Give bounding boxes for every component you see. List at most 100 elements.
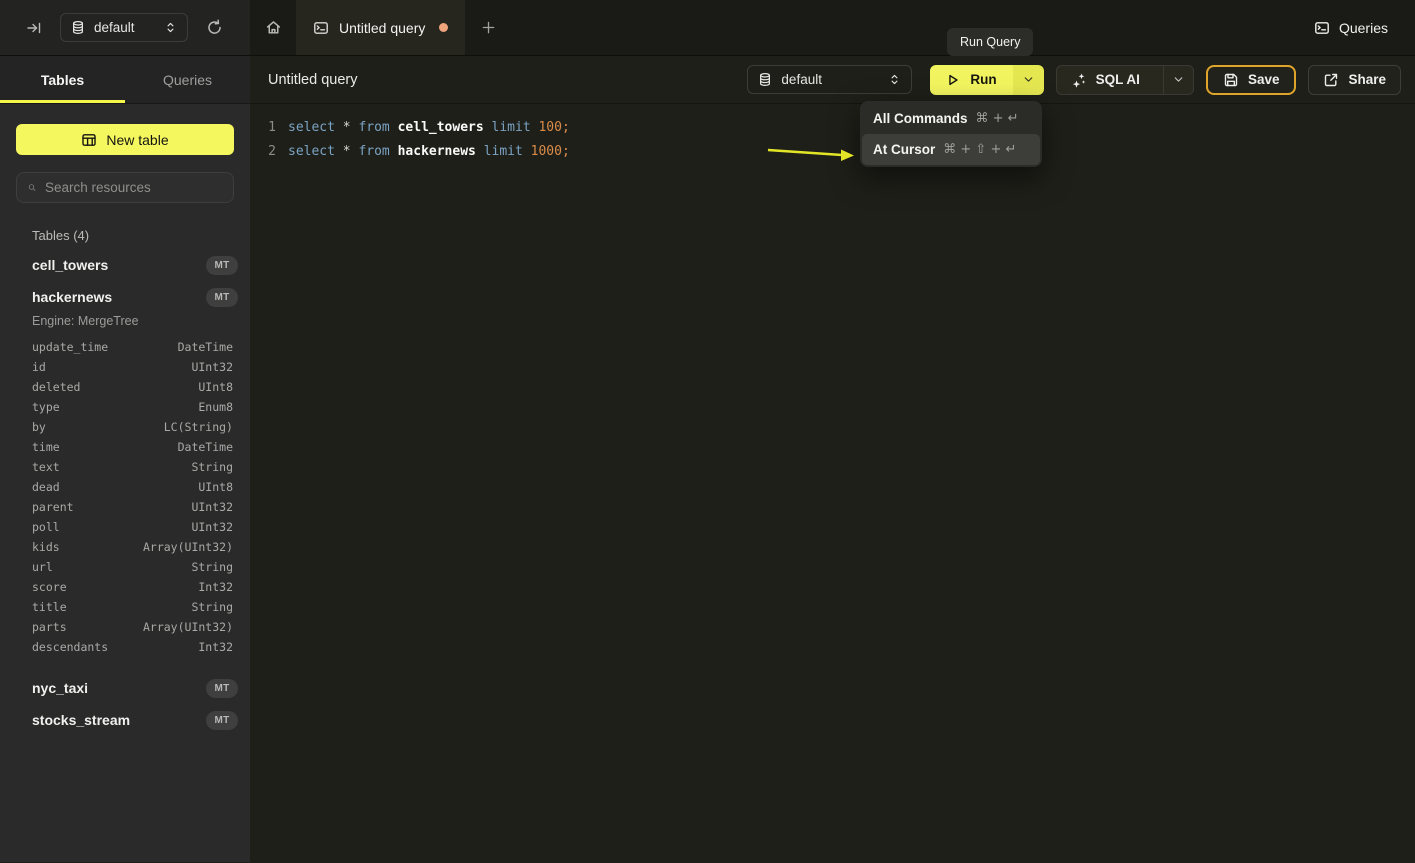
topbar-left-section: default <box>0 0 250 55</box>
column-row[interactable]: text String <box>0 457 250 477</box>
column-row[interactable]: idUInt32 <box>0 357 250 377</box>
sidebar: Tables Queries New table Tables (4) <box>0 56 250 862</box>
table-row-stocks-stream[interactable]: stocks_stream MT <box>0 704 250 736</box>
run-options-button[interactable] <box>1013 65 1044 95</box>
sql-table-name: cell_towers <box>398 116 492 140</box>
table-name: hackernews <box>32 289 112 305</box>
column-name: descendants <box>32 640 108 654</box>
chevron-down-icon <box>1022 73 1035 86</box>
sql-keyword: from <box>358 140 397 164</box>
column-name: poll <box>32 520 60 534</box>
table-row-nyc-taxi[interactable]: nyc_taxi MT <box>0 672 250 704</box>
sql-keyword: from <box>358 116 397 140</box>
column-row[interactable]: parentUInt32 <box>0 497 250 517</box>
column-row[interactable]: partsArray(UInt32) <box>0 617 250 637</box>
column-type: Enum8 <box>198 400 233 414</box>
sql-ai-label: SQL AI <box>1096 72 1140 87</box>
column-name: dead <box>32 480 60 494</box>
column-name: deleted <box>32 380 80 394</box>
run-button[interactable]: Run <box>930 65 1012 95</box>
column-type: DateTime <box>178 440 233 454</box>
column-type: Array(UInt32) <box>143 540 233 554</box>
share-button[interactable]: Share <box>1308 65 1401 95</box>
database-selector-value: default <box>94 20 135 35</box>
new-table-button[interactable]: New table <box>16 124 234 155</box>
engine-label: Engine: MergeTree <box>0 313 250 337</box>
terminal-icon <box>313 20 329 36</box>
top-bar: default Untitled query Queries <box>0 0 1415 56</box>
editor-line-1[interactable]: 1select * from cell_towers limit 100; <box>250 116 1415 140</box>
sidebar-tab-queries[interactable]: Queries <box>125 56 250 103</box>
line-number: 1 <box>250 116 276 140</box>
home-icon <box>265 19 282 36</box>
column-row[interactable]: urlString <box>0 557 250 577</box>
menu-item-at-cursor[interactable]: At Cursor ⌘ + ⇧ + ↵ <box>862 134 1040 165</box>
toolbar-database-selector[interactable]: default <box>747 65 912 94</box>
refresh-icon <box>206 19 223 36</box>
queries-nav-label: Queries <box>1339 20 1388 36</box>
sql-ai-main[interactable]: SQL AI <box>1057 66 1154 94</box>
sql-keyword: select <box>288 116 343 140</box>
column-type: UInt8 <box>198 380 233 394</box>
column-row[interactable]: pollUInt32 <box>0 517 250 537</box>
database-selector[interactable]: default <box>60 13 188 42</box>
engine-badge: MT <box>206 288 238 307</box>
sidebar-body: New table Tables (4) cell_towers MT hack… <box>0 104 250 862</box>
column-type: UInt8 <box>198 480 233 494</box>
column-name: time <box>32 440 60 454</box>
column-row[interactable]: descendantsInt32 <box>0 637 250 657</box>
sidebar-tab-tables[interactable]: Tables <box>0 56 125 103</box>
column-row[interactable]: titleString <box>0 597 250 617</box>
main-panel: Untitled query default Run <box>250 56 1415 862</box>
sql-ai-button[interactable]: SQL AI <box>1056 65 1194 95</box>
column-row[interactable]: update_timeDateTime <box>0 337 250 357</box>
sidebar-tabs: Tables Queries <box>0 56 250 104</box>
toolbar-actions: default Run <box>747 65 1401 95</box>
tab-label: Untitled query <box>339 20 425 36</box>
sql-keyword: select <box>288 140 343 164</box>
column-row[interactable]: dead UInt8 <box>0 477 250 497</box>
chevrons-updown-icon <box>888 73 901 86</box>
column-row[interactable]: typeEnum8 <box>0 397 250 417</box>
column-type: DateTime <box>178 340 233 354</box>
new-tab-button[interactable] <box>465 0 511 55</box>
column-row[interactable]: deleted UInt8 <box>0 377 250 397</box>
column-name: url <box>32 560 53 574</box>
query-title: Untitled query <box>268 72 357 88</box>
content-area: Tables Queries New table Tables (4) <box>0 56 1415 862</box>
home-button[interactable] <box>250 0 296 55</box>
column-row[interactable]: byLC(String) <box>0 417 250 437</box>
table-row-hackernews[interactable]: hackernews MT <box>0 281 250 313</box>
sql-ai-options[interactable] <box>1163 66 1193 94</box>
menu-item-all-commands[interactable]: All Commands ⌘ + ↵ <box>862 103 1040 134</box>
column-name: kids <box>32 540 60 554</box>
table-row-cell-towers[interactable]: cell_towers MT <box>0 249 250 281</box>
column-type: String <box>191 460 233 474</box>
column-row[interactable]: time DateTime <box>0 437 250 457</box>
search-resources-box[interactable] <box>16 172 234 203</box>
unsaved-changes-dot <box>439 23 448 32</box>
queries-nav[interactable]: Queries <box>1314 0 1415 55</box>
column-row[interactable]: kids Array(UInt32) <box>0 537 250 557</box>
column-name: text <box>32 460 60 474</box>
search-resources-input[interactable] <box>45 180 222 195</box>
sparkles-icon <box>1071 72 1087 88</box>
column-row[interactable]: scoreInt32 <box>0 577 250 597</box>
toolbar-database-value: default <box>781 72 822 87</box>
save-icon <box>1223 72 1239 88</box>
chevrons-updown-icon <box>164 21 177 34</box>
tab-untitled-query[interactable]: Untitled query <box>296 0 465 55</box>
menu-item-shortcut: ⌘ + ↵ <box>976 111 1019 126</box>
engine-badge: MT <box>206 256 238 275</box>
run-split-button: Run <box>930 65 1043 95</box>
tables-section-label: Tables (4) <box>32 228 233 243</box>
sql-console-app: default Untitled query Queries <box>0 0 1415 863</box>
sql-table-name: hackernews <box>398 140 484 164</box>
save-button[interactable]: Save <box>1206 65 1297 95</box>
engine-badge: MT <box>206 711 238 730</box>
refresh-button[interactable] <box>201 15 227 41</box>
plus-icon <box>481 20 496 35</box>
collapse-sidebar-icon <box>26 20 42 36</box>
queries-terminal-icon <box>1314 20 1330 36</box>
collapse-sidebar-button[interactable] <box>21 15 47 41</box>
